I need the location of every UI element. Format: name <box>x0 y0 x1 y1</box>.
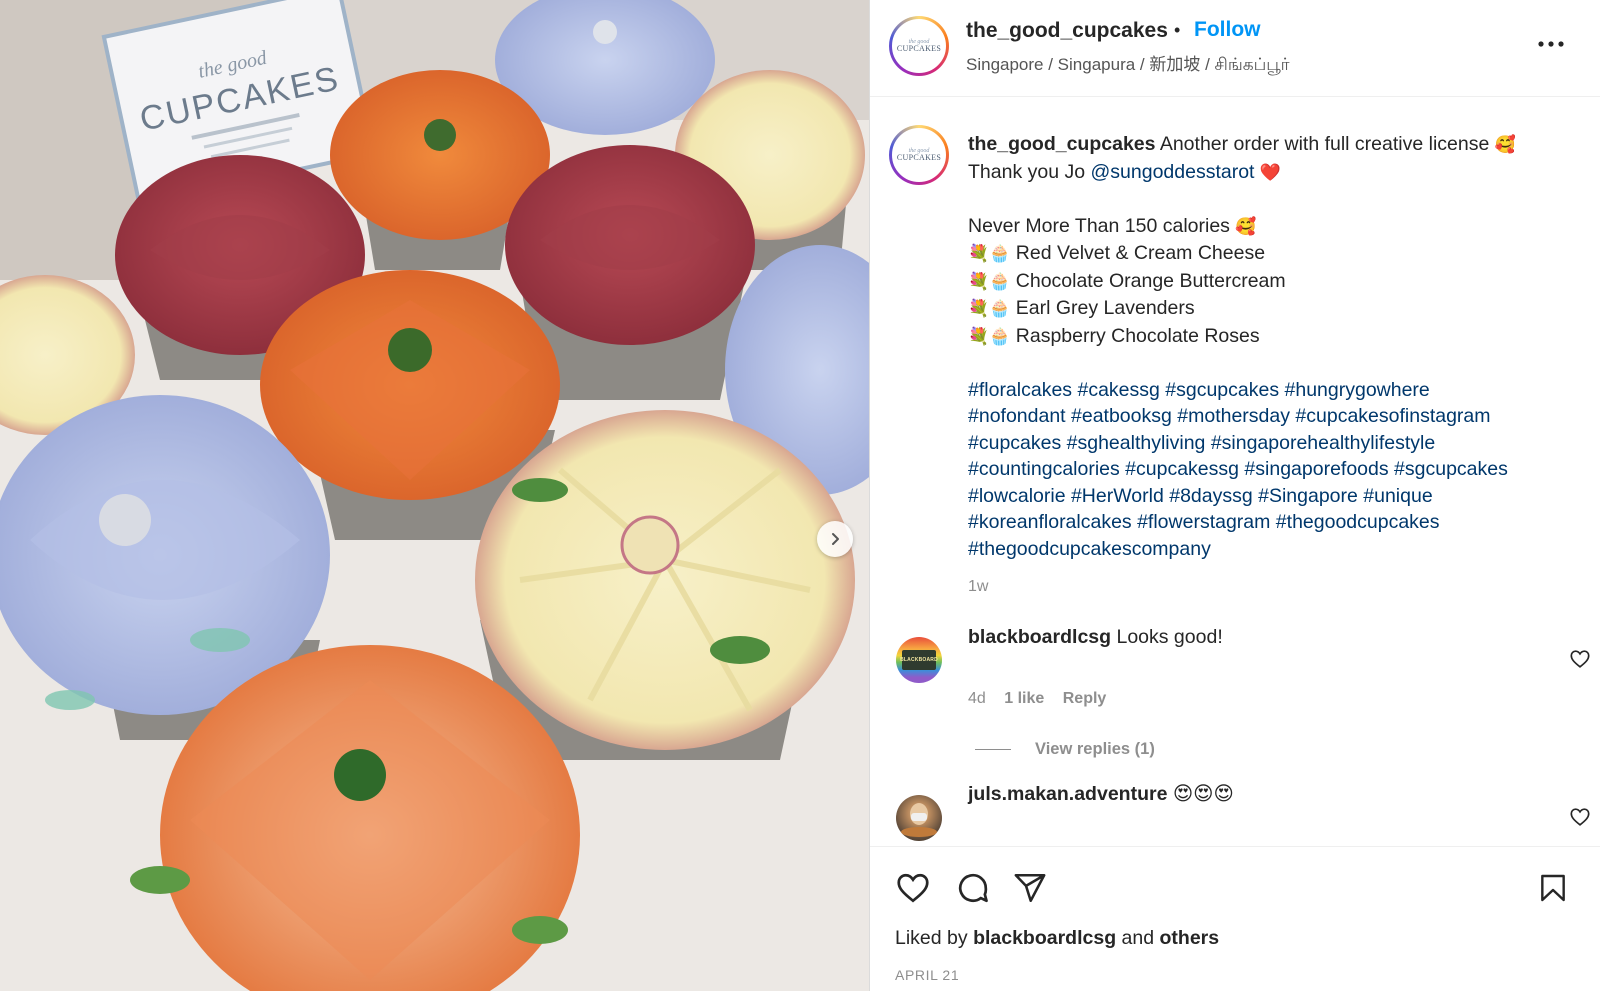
flavor-item: 💐🧁 Earl Grey Lavenders <box>968 295 1578 323</box>
post-photo[interactable]: the good CUPCAKES <box>0 0 869 991</box>
liked-by-user[interactable]: blackboardlcsg <box>973 927 1116 949</box>
next-photo-button[interactable] <box>817 521 853 557</box>
comment-item: juls.makan.adventure 😍😍😍 <box>968 782 1234 806</box>
post-caption: the_good_cupcakes Another order with ful… <box>968 131 1578 562</box>
comment-button[interactable] <box>954 869 992 907</box>
view-replies-button[interactable]: View replies (1) <box>975 740 1155 759</box>
flavor-item: 💐🧁 Raspberry Chocolate Roses <box>968 323 1578 351</box>
avatar-text-bottom: CUPCAKES <box>896 153 942 162</box>
caption-line1-emoji: 🥰 <box>1494 135 1516 155</box>
caption-calories-text: Never More Than 150 calories <box>968 214 1236 237</box>
author-username[interactable]: the_good_cupcakes <box>966 19 1168 43</box>
caption-heart-emoji: ❤️ <box>1254 162 1282 183</box>
hashtag-line[interactable]: #countingcalories #cupcakessg #singapore… <box>968 456 1578 483</box>
follow-button[interactable]: Follow <box>1194 18 1261 42</box>
post-location[interactable]: Singapore / Singapura / 新加坡 / சிங்கப்பூர… <box>966 50 1290 77</box>
likes-summary: Liked by blackboardlcsg and others <box>895 927 1219 950</box>
like-button[interactable] <box>894 869 932 907</box>
hashtag-line[interactable]: #floralcakes #cakessg #sgcupcakes #hungr… <box>968 377 1578 404</box>
caption-thanks-text: Thank you Jo <box>968 160 1091 183</box>
share-button[interactable] <box>1011 869 1049 907</box>
hashtag-line[interactable]: #thegoodcupcakescompany <box>968 536 1578 563</box>
comment-like-button[interactable] <box>1569 648 1591 670</box>
replies-divider <box>975 749 1011 750</box>
caption-username[interactable]: the_good_cupcakes <box>968 133 1155 155</box>
caption-author-avatar[interactable]: the good CUPCAKES <box>889 125 949 185</box>
caption-calories-emoji: 🥰 <box>1235 216 1257 237</box>
flavor-bullet-emoji: 💐🧁 <box>968 271 1011 292</box>
comment-username[interactable]: blackboardlcsg <box>968 626 1111 648</box>
caption-mention-link[interactable]: @sungoddesstarot <box>1090 161 1254 183</box>
flavor-text: Earl Grey Lavenders <box>1010 297 1195 319</box>
comment-meta: 4d 1 like Reply <box>968 690 1120 708</box>
commenter-avatar[interactable] <box>896 795 942 841</box>
comment-time: 4d <box>968 690 986 707</box>
heart-icon <box>897 873 929 903</box>
separator-dot: • <box>1174 20 1181 40</box>
comment-username[interactable]: juls.makan.adventure <box>968 783 1167 805</box>
author-avatar[interactable]: the good CUPCAKES <box>889 16 949 76</box>
chevron-right-icon <box>832 533 839 545</box>
heart-icon <box>1570 808 1590 826</box>
reply-button[interactable]: Reply <box>1063 690 1107 707</box>
post-date[interactable]: APRIL 21 <box>895 967 959 983</box>
flavor-item: 💐🧁 Chocolate Orange Buttercream <box>968 268 1578 296</box>
comment-item: blackboardlcsg Looks good! <box>968 626 1223 649</box>
more-options-button[interactable] <box>1536 34 1566 54</box>
flavor-text: Red Velvet & Cream Cheese <box>1010 242 1266 264</box>
comment-icon <box>958 873 988 903</box>
flavor-text: Chocolate Orange Buttercream <box>1010 269 1286 292</box>
post-header: the good CUPCAKES the_good_cupcakes • Fo… <box>870 0 1600 97</box>
avatar-board-text: BLACKBOARD <box>900 650 938 670</box>
hashtag-line[interactable]: #nofondant #eatbooksg #mothersday #cupca… <box>968 403 1578 430</box>
liked-by-others[interactable]: others <box>1160 927 1220 949</box>
flavor-bullet-emoji: 💐🧁 <box>968 244 1011 264</box>
commenter-avatar[interactable]: BLACKBOARD <box>896 637 942 683</box>
liked-by-prefix: Liked by <box>895 927 974 949</box>
flavor-text: Raspberry Chocolate Roses <box>1010 324 1260 347</box>
cupcakes-photo: the good CUPCAKES <box>0 0 869 991</box>
caption-line1-text: Another order with full creative license <box>1155 133 1495 155</box>
avatar-text-bottom: CUPCAKES <box>896 44 942 53</box>
flavor-bullet-emoji: 💐🧁 <box>968 299 1011 319</box>
flavor-bullet-emoji: 💐🧁 <box>968 326 1011 347</box>
caption-timestamp[interactable]: 1w <box>968 578 988 596</box>
post-side-panel: the good CUPCAKES the_good_cupcakes • Fo… <box>869 0 1600 991</box>
comment-likes-count[interactable]: 1 like <box>1004 690 1044 707</box>
comment-text: 😍😍😍 <box>1167 783 1234 805</box>
hashtag-line[interactable]: #cupcakes #sghealthyliving #singaporehea… <box>968 430 1578 457</box>
post-actions-bar: Liked by blackboardlcsg and others APRIL… <box>870 846 1600 991</box>
hashtag-line[interactable]: #koreanfloralcakes #flowerstagram #thego… <box>968 509 1578 536</box>
liked-by-and: and <box>1116 927 1160 949</box>
save-button[interactable] <box>1534 869 1572 907</box>
flavor-item: 💐🧁 Red Velvet & Cream Cheese <box>968 240 1578 268</box>
more-options-icon <box>1538 41 1564 47</box>
heart-icon <box>1570 650 1590 668</box>
comment-like-button[interactable] <box>1569 806 1591 828</box>
comment-text: Looks good! <box>1111 626 1223 648</box>
view-replies-label: View replies (1) <box>1035 740 1155 758</box>
paper-plane-icon <box>1014 873 1046 903</box>
bookmark-icon <box>1541 874 1565 902</box>
hashtag-line[interactable]: #lowcalorie #HerWorld #8dayssg #Singapor… <box>968 483 1578 510</box>
